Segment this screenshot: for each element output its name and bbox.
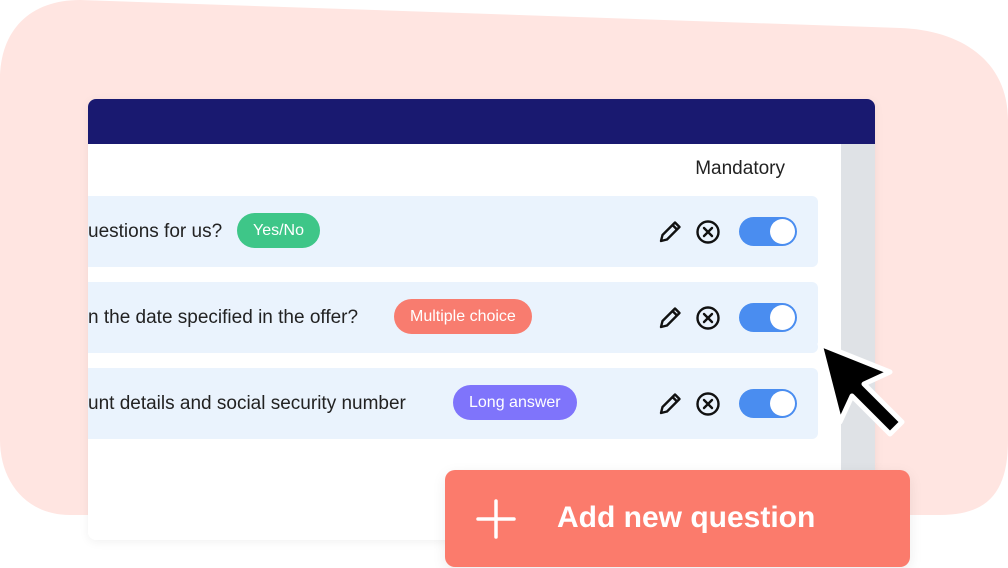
circle-x-icon[interactable] bbox=[694, 218, 722, 246]
mandatory-toggle[interactable] bbox=[739, 217, 797, 246]
question-row[interactable]: unt details and social security number L… bbox=[88, 368, 818, 439]
plus-icon bbox=[476, 499, 516, 539]
question-row[interactable]: uestions for us? Yes/No bbox=[88, 196, 818, 267]
question-type-badge: Yes/No bbox=[237, 213, 320, 248]
question-text: uestions for us? bbox=[88, 221, 223, 242]
add-new-question-label: Add new question bbox=[557, 501, 816, 534]
question-type-badge: Long answer bbox=[453, 385, 577, 420]
pencil-icon[interactable] bbox=[656, 390, 684, 418]
pencil-icon[interactable] bbox=[656, 218, 684, 246]
add-new-question-button[interactable]: Add new question bbox=[445, 470, 910, 567]
card-header bbox=[88, 99, 875, 144]
question-type-badge: Multiple choice bbox=[394, 299, 532, 334]
circle-x-icon[interactable] bbox=[694, 390, 722, 418]
mandatory-toggle[interactable] bbox=[739, 303, 797, 332]
circle-x-icon[interactable] bbox=[694, 304, 722, 332]
toggle-knob bbox=[770, 305, 795, 330]
question-row[interactable]: n the date specified in the offer? Multi… bbox=[88, 282, 818, 353]
mandatory-column-header: Mandatory bbox=[695, 158, 785, 179]
question-text: unt details and social security number bbox=[88, 393, 406, 414]
mouse-pointer-icon bbox=[817, 341, 905, 437]
mandatory-toggle[interactable] bbox=[739, 389, 797, 418]
toggle-knob bbox=[770, 391, 795, 416]
toggle-knob bbox=[770, 219, 795, 244]
pencil-icon[interactable] bbox=[656, 304, 684, 332]
question-text: n the date specified in the offer? bbox=[88, 307, 359, 328]
